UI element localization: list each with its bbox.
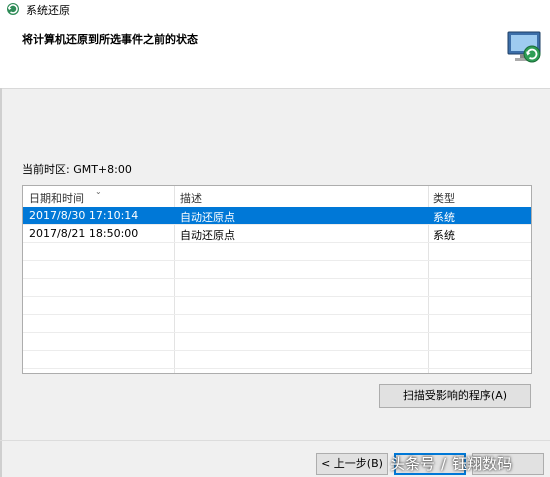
cell-type: 系统 [433,229,455,242]
next-button[interactable] [394,453,466,475]
cell-type: 系统 [433,211,455,224]
sort-descending-icon: ⌄ [95,187,102,196]
empty-row [23,351,531,369]
title-bar: 系统还原 [0,0,550,18]
table-body: 2017/8/30 17:10:14 自动还原点 系统 2017/8/21 18… [23,207,531,369]
restore-points-table[interactable]: 日期和时间 ⌄ 描述 类型 2017/8/30 17:10:14 自动还原点 系… [22,185,532,374]
empty-row [23,243,531,261]
table-row[interactable]: 2017/8/21 18:50:00 自动还原点 系统 [23,225,531,243]
cell-description: 自动还原点 [180,211,235,224]
column-header-date[interactable]: 日期和时间 [29,190,84,206]
system-restore-icon [7,3,19,15]
empty-row [23,297,531,315]
table-header: 日期和时间 ⌄ 描述 类型 [23,186,531,206]
column-header-type[interactable]: 类型 [433,190,455,206]
empty-row [23,333,531,351]
page-title: 将计算机还原到所选事件之前的状态 [22,33,198,46]
cell-date: 2017/8/30 17:10:14 [29,209,139,222]
timezone-label: 当前时区: GMT+8:00 [22,163,132,176]
window-title: 系统还原 [26,4,70,17]
column-header-description[interactable]: 描述 [180,190,202,206]
header-panel: 将计算机还原到所选事件之前的状态 [0,18,550,89]
scan-affected-programs-button[interactable]: 扫描受影响的程序(A) [379,384,531,408]
cancel-button[interactable] [472,453,544,475]
empty-row [23,261,531,279]
system-restore-large-icon [507,31,541,63]
window-edge [0,88,2,477]
cell-date: 2017/8/21 18:50:00 [29,227,139,240]
footer-divider [0,440,550,441]
cell-description: 自动还原点 [180,229,235,242]
empty-row [23,279,531,297]
empty-row [23,315,531,333]
table-row[interactable]: 2017/8/30 17:10:14 自动还原点 系统 [23,207,531,225]
back-button[interactable]: < 上一步(B) [316,453,388,475]
